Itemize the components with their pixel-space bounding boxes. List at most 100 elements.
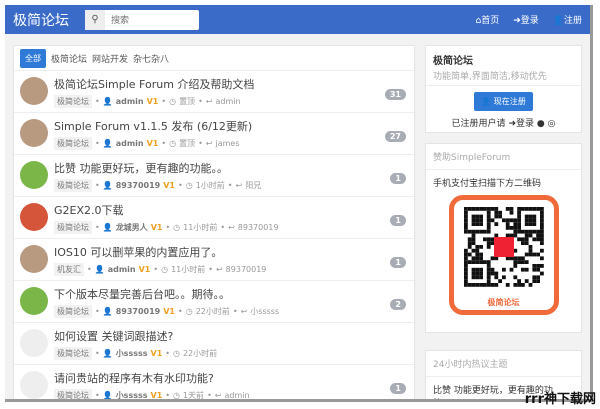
author[interactable]: admin xyxy=(116,139,144,148)
reply-count[interactable]: 27 xyxy=(384,131,406,142)
last-replier[interactable]: 阳兄 xyxy=(245,180,261,191)
avatar[interactable] xyxy=(20,329,48,357)
tab-misc[interactable]: 杂七杂八 xyxy=(133,52,169,65)
topic-title[interactable]: 下个版本尽量完善后台吧。。期待。。 xyxy=(54,281,414,302)
login-link[interactable]: ➜登录 xyxy=(508,119,534,129)
author[interactable]: admin xyxy=(116,97,144,106)
reply-count[interactable]: 1 xyxy=(390,173,406,184)
nav-home[interactable]: ⌂首页 xyxy=(476,13,500,26)
topic-title[interactable]: 比赞 功能更好玩，更有趣的功能。。 xyxy=(54,155,414,176)
topic-time: 11小时前 xyxy=(183,223,218,232)
tab-webdev[interactable]: 网站开发 xyxy=(92,52,128,65)
brand-logo[interactable]: 极简论坛 xyxy=(13,10,77,30)
clock-icon: ◷ xyxy=(161,265,169,274)
avatar[interactable] xyxy=(20,371,48,399)
topic-title[interactable]: 极简论坛Simple Forum 介绍及帮助文档 xyxy=(54,71,414,92)
topic-row[interactable]: 请问贵站的程序有木有水印功能? 极简论坛 • 👤 小sssss V1 • ◷ 1天前… xyxy=(14,365,414,400)
topic-row[interactable]: 极简论坛Simple Forum 介绍及帮助文档 极简论坛 • 👤 admin V… xyxy=(14,71,414,113)
avatar[interactable] xyxy=(20,245,48,273)
login-hint: 已注册用户请 xyxy=(451,119,506,129)
topic-title[interactable]: 如何设置 关键词跟描述? xyxy=(54,323,414,344)
node-tag[interactable]: 极简论坛 xyxy=(54,305,92,318)
last-replier[interactable]: admin xyxy=(215,97,240,106)
reply-count[interactable]: 1 xyxy=(390,215,406,226)
clock-icon: ◷ xyxy=(169,139,177,148)
level-badge: V1 xyxy=(163,181,175,190)
user-icon: 👤 xyxy=(102,97,113,106)
site-desc: 功能简单,界面简洁,移动优先 xyxy=(433,72,547,82)
tab-jijian[interactable]: 极简论坛 xyxy=(51,52,87,65)
author[interactable]: 小sssss xyxy=(116,348,148,359)
user-icon: 👤 xyxy=(102,139,113,148)
nav-register[interactable]: 👤注册 xyxy=(553,13,582,26)
level-badge: V1 xyxy=(146,139,159,148)
top-navbar: 极简论坛 ⚲ ⌂首页 ➜登录 👤注册 xyxy=(5,5,590,34)
topic-time: 22小时前 xyxy=(195,307,230,316)
last-replier[interactable]: 89370019 xyxy=(226,265,267,274)
alipay-qr-code: 极简论坛 xyxy=(448,195,559,315)
topic-title[interactable]: Simple Forum v1.1.5 发布 (6/12更新) xyxy=(54,113,414,134)
topic-list-card: 全部 极简论坛 网站开发 杂七杂八 极简论坛Simple Forum 介绍及帮助… xyxy=(13,45,415,400)
weibo-icon[interactable]: ◎ xyxy=(548,119,556,129)
avatar[interactable] xyxy=(20,287,48,315)
level-badge: V1 xyxy=(150,391,163,400)
clock-icon: ◷ xyxy=(185,307,193,316)
reply-count[interactable]: 1 xyxy=(390,383,406,394)
topic-row[interactable]: IOS10 可以删苹果的内置应用了。 机友汇 • 👤 admin V1 • ◷ 11… xyxy=(14,239,414,281)
node-tag[interactable]: 极简论坛 xyxy=(54,95,92,108)
avatar[interactable] xyxy=(20,161,48,189)
topic-row[interactable]: G2EX2.0下载 极简论坛 • 👤 龙城男人 V1 • ◷ 11小时前 • ↩ 89… xyxy=(14,197,414,239)
user-icon: 👤 xyxy=(102,391,113,400)
reply-count[interactable]: 31 xyxy=(384,89,406,100)
reply-count[interactable]: 2 xyxy=(390,299,406,310)
topic-row[interactable]: 下个版本尽量完善后台吧。。期待。。 极简论坛 • 👤 89370019 V1 • … xyxy=(14,281,414,323)
reply-icon: ↩ xyxy=(215,265,223,274)
node-tag[interactable]: 极简论坛 xyxy=(54,347,92,360)
author[interactable]: 89370019 xyxy=(116,307,161,316)
node-tag[interactable]: 极简论坛 xyxy=(54,389,92,399)
clock-icon: ◷ xyxy=(185,181,193,190)
hot-title: 24小时内热议主题 xyxy=(426,351,581,377)
topic-row[interactable]: Simple Forum v1.1.5 发布 (6/12更新) 极简论坛 • 👤… xyxy=(14,113,414,155)
node-tag[interactable]: 机友汇 xyxy=(54,263,84,276)
node-tabs: 全部 极简论坛 网站开发 杂七杂八 xyxy=(14,46,414,71)
topic-time: 11小时前 xyxy=(171,265,206,274)
node-tag[interactable]: 极简论坛 xyxy=(54,137,92,150)
nav-login[interactable]: ➜登录 xyxy=(513,13,539,26)
topic-title[interactable]: 请问贵站的程序有木有水印功能? xyxy=(54,365,414,386)
tab-all[interactable]: 全部 xyxy=(20,48,46,68)
last-replier[interactable]: 小sssss xyxy=(250,306,279,317)
reply-icon: ↩ xyxy=(214,391,222,400)
donate-text: 手机支付宝扫描下方二维码 xyxy=(433,179,542,189)
node-tag[interactable]: 极简论坛 xyxy=(54,221,92,234)
author[interactable]: 龙城男人 xyxy=(116,222,148,233)
topic-row[interactable]: 如何设置 关键词跟描述? 极简论坛 • 👤 小sssss V1 • ◷ 22小时前 xyxy=(14,323,414,365)
topic-title[interactable]: IOS10 可以删苹果的内置应用了。 xyxy=(54,239,414,260)
search-icon[interactable]: ⚲ xyxy=(85,9,105,30)
author[interactable]: 小sssss xyxy=(116,390,148,399)
user-icon: 👤 xyxy=(94,265,105,274)
last-replier[interactable]: james xyxy=(215,139,239,148)
last-replier[interactable]: 89370019 xyxy=(238,223,279,232)
avatar[interactable] xyxy=(20,77,48,105)
last-replier[interactable]: admin xyxy=(224,391,249,399)
register-now-button[interactable]: 👤 现在注册 xyxy=(474,92,533,111)
author[interactable]: admin xyxy=(108,265,136,274)
node-tag[interactable]: 极简论坛 xyxy=(54,179,92,192)
reply-icon: ↩ xyxy=(228,223,235,232)
avatar[interactable] xyxy=(20,119,48,147)
author[interactable]: 89370019 xyxy=(116,181,161,190)
topic-row[interactable]: 比赞 功能更好玩，更有趣的功能。。 极简论坛 • 👤 89370019 V1 • … xyxy=(14,155,414,197)
topic-title[interactable]: G2EX2.0下载 xyxy=(54,197,414,218)
search-input[interactable] xyxy=(105,9,199,30)
avatar[interactable] xyxy=(20,203,48,231)
topic-time: 1小时前 xyxy=(195,181,225,190)
donate-title: 赞助SimpleForum xyxy=(426,144,581,170)
reply-icon: ↩ xyxy=(240,307,248,316)
site-title: 极简论坛 xyxy=(433,56,473,67)
qq-icon[interactable]: ● xyxy=(537,119,545,129)
topic-time: 1天前 xyxy=(182,391,205,400)
topic-time: 置顶 xyxy=(179,139,196,148)
reply-count[interactable]: 1 xyxy=(390,257,406,268)
reply-icon: ↩ xyxy=(235,181,243,190)
